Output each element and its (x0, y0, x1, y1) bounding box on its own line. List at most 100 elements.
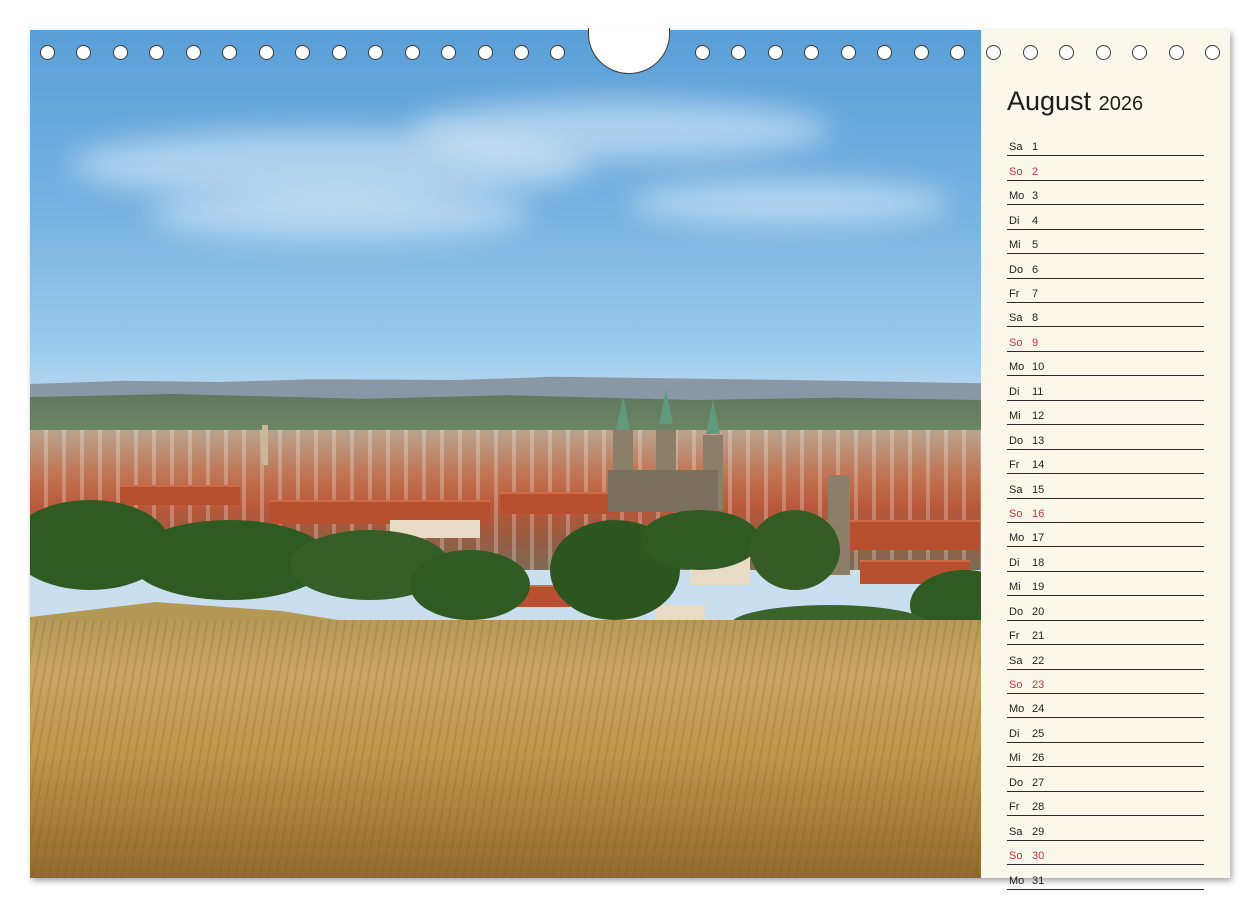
day-number: 2 (1032, 165, 1039, 178)
weekday-label: Do (1009, 605, 1024, 618)
day-row: Mo 31 (1007, 866, 1204, 890)
hanger-cutout (588, 28, 670, 74)
day-number: 10 (1032, 361, 1045, 374)
day-number: 31 (1032, 874, 1045, 887)
day-row: Sa 1 (1007, 133, 1204, 157)
weekday-label: Mo (1009, 874, 1025, 887)
day-number: 5 (1032, 239, 1039, 252)
weekday-label: Sa (1009, 312, 1023, 325)
weekday-label: Mo (1009, 361, 1025, 374)
year: 2026 (1098, 93, 1144, 115)
binding-ring (368, 45, 383, 60)
binding-ring (1205, 45, 1220, 60)
day-number: 28 (1032, 801, 1045, 814)
weekday-label: Mi (1009, 581, 1021, 594)
binding-ring (40, 45, 55, 60)
weekday-label: Do (1009, 263, 1024, 276)
day-number: 4 (1032, 214, 1039, 227)
weekday-label: Di (1009, 385, 1020, 398)
day-number: 9 (1032, 336, 1039, 349)
binding-ring (731, 45, 746, 60)
binding-ring (695, 45, 710, 60)
day-row: So 9 (1007, 329, 1204, 352)
day-row: Do 27 (1007, 768, 1204, 792)
binding-ring (1059, 45, 1074, 60)
weekday-label: Di (1009, 727, 1020, 740)
day-number: 19 (1032, 581, 1045, 594)
day-number: 25 (1032, 727, 1045, 740)
day-row: Mi 12 (1007, 402, 1204, 426)
binding-ring (514, 45, 529, 60)
weekday-label: Fr (1009, 288, 1020, 301)
day-number: 1 (1032, 141, 1039, 154)
binding-ring (1169, 45, 1184, 60)
day-row: Do 6 (1007, 255, 1204, 279)
weekday-label: So (1009, 850, 1023, 863)
landscape-photo (30, 30, 981, 878)
weekday-label: So (1009, 336, 1023, 349)
day-row: Di 18 (1007, 548, 1204, 572)
binding-ring (804, 45, 819, 60)
weekday-label: Do (1009, 434, 1024, 447)
day-row: Do 20 (1007, 597, 1204, 621)
day-number: 6 (1032, 263, 1039, 276)
day-number: 26 (1032, 752, 1045, 765)
binding-ring (1132, 45, 1147, 60)
binding-ring (76, 45, 91, 60)
day-number: 20 (1032, 605, 1045, 618)
binding-ring (1096, 45, 1111, 60)
binding-ring (550, 45, 565, 60)
weekday-label: Mo (1009, 532, 1025, 545)
day-number: 23 (1032, 679, 1045, 692)
day-list: Sa 1 So 2 Mo 3 Di 4 Mi 5 Do 6 Fr 7 Sa 8 So 9 Mo 10 Di 11 Mi 12 D… (1007, 133, 1204, 891)
weekday-label: Fr (1009, 801, 1020, 814)
day-row: Sa 22 (1007, 646, 1204, 670)
weekday-label: Sa (1009, 825, 1023, 838)
day-number: 8 (1032, 312, 1039, 325)
day-row: So 30 (1007, 842, 1204, 866)
day-number: 11 (1032, 385, 1044, 398)
day-number: 7 (1032, 288, 1039, 301)
day-number: 12 (1032, 410, 1045, 423)
day-number: 21 (1032, 630, 1045, 643)
weekday-label: Sa (1009, 141, 1023, 154)
binding-ring (332, 45, 347, 60)
day-row: Do 13 (1007, 426, 1204, 450)
binding-ring (914, 45, 929, 60)
day-number: 13 (1032, 434, 1045, 447)
day-number: 27 (1032, 776, 1045, 789)
day-number: 17 (1032, 532, 1045, 545)
weekday-label: Mi (1009, 410, 1021, 423)
day-row: Di 25 (1007, 720, 1204, 743)
weekday-label: So (1009, 165, 1023, 178)
day-number: 30 (1032, 850, 1045, 863)
day-row: Fr 14 (1007, 451, 1204, 475)
day-number: 16 (1032, 507, 1045, 520)
day-number: 24 (1032, 703, 1045, 716)
day-row: Di 4 (1007, 206, 1204, 230)
binding-ring (877, 45, 892, 60)
binding-ring (441, 45, 456, 60)
weekday-label: Fr (1009, 630, 1020, 643)
weekday-label: Di (1009, 556, 1020, 569)
binding-ring (186, 45, 201, 60)
weekday-label: So (1009, 679, 1023, 692)
weekday-label: Di (1009, 214, 1020, 227)
binding-ring (222, 45, 237, 60)
month-title: August 2026 (1007, 86, 1143, 117)
day-row: Mi 26 (1007, 744, 1204, 768)
binding-ring (1023, 45, 1038, 60)
binding-ring (478, 45, 493, 60)
day-row: Fr 7 (1007, 280, 1204, 304)
day-row: Mo 17 (1007, 524, 1204, 548)
day-row: Fr 28 (1007, 793, 1204, 817)
weekday-label: Mo (1009, 190, 1025, 203)
month-name: August (1007, 86, 1092, 116)
binding-rings (30, 28, 1230, 80)
day-number: 18 (1032, 556, 1045, 569)
weekday-label: Do (1009, 776, 1024, 789)
day-row: Mi 19 (1007, 573, 1204, 597)
day-row: Mo 24 (1007, 695, 1204, 719)
day-row: Di 11 (1007, 377, 1204, 401)
binding-ring (986, 45, 1001, 60)
